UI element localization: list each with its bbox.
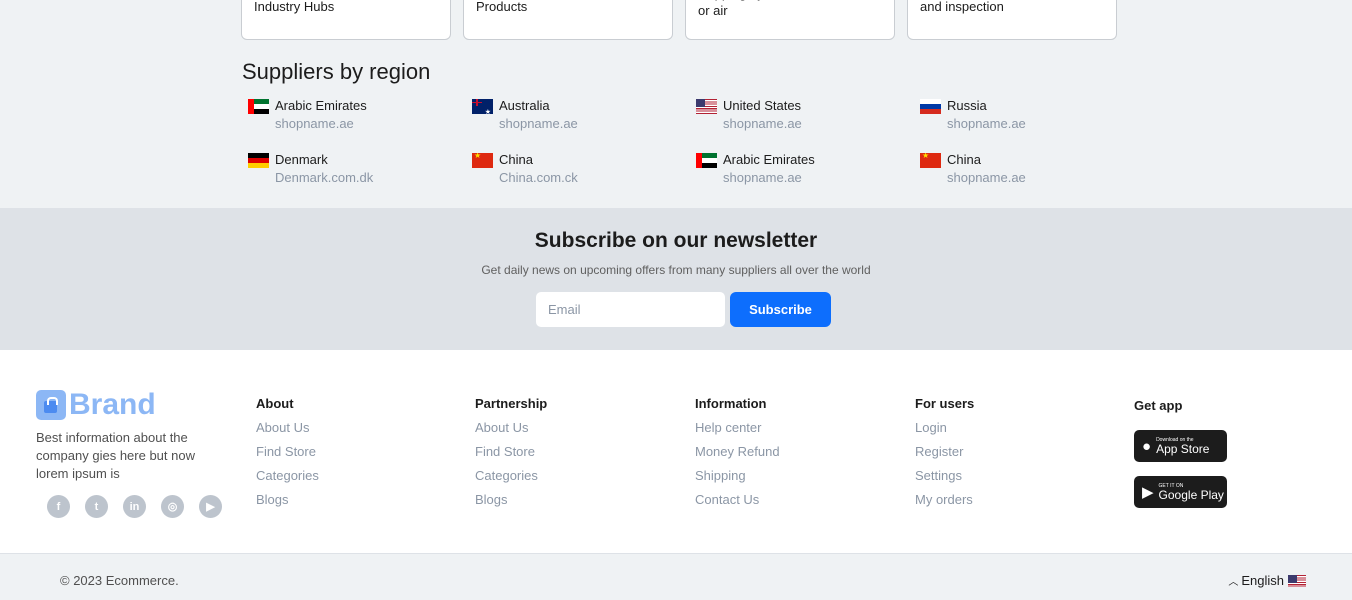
- instagram-icon[interactable]: ◎: [161, 495, 184, 518]
- newsletter-subtitle: Get daily news on upcoming offers from m…: [481, 263, 871, 277]
- footer-link[interactable]: Settings: [915, 468, 974, 483]
- footer-link[interactable]: Help center: [695, 420, 780, 435]
- service-card-label: shipping by ocean or air: [698, 0, 803, 18]
- youtube-icon[interactable]: ▶: [199, 495, 222, 518]
- footer-link[interactable]: Blogs: [475, 492, 547, 507]
- footer-column-information: Information Help center Money Refund Shi…: [695, 396, 780, 516]
- region-item[interactable]: Denmark Denmark.com.dk: [248, 151, 472, 187]
- footer-link[interactable]: Money Refund: [695, 444, 780, 459]
- region-site: shopname.ae: [499, 116, 578, 131]
- uae-flag-icon: [248, 99, 269, 114]
- region-item[interactable]: China China.com.ck: [472, 151, 696, 187]
- us-flag-icon: [1288, 574, 1306, 587]
- language-label: English: [1241, 573, 1284, 588]
- linkedin-icon[interactable]: in: [123, 495, 146, 518]
- newsletter-section: Subscribe on our newsletter Get daily ne…: [0, 208, 1352, 350]
- copyright: © 2023 Ecommerce.: [60, 573, 179, 588]
- region-country: Denmark: [275, 152, 328, 167]
- bottom-bar: © 2023 Ecommerce. ︿ English: [0, 555, 1352, 600]
- twitter-icon[interactable]: t: [85, 495, 108, 518]
- footer-link[interactable]: Categories: [256, 468, 319, 483]
- region-country: China: [947, 152, 981, 167]
- google-play-big: Google Play: [1158, 487, 1224, 502]
- footer: Brand Best information about the company…: [0, 350, 1352, 554]
- china-flag-icon: [920, 153, 941, 168]
- region-site: Denmark.com.dk: [275, 170, 374, 185]
- region-country: Australia: [499, 98, 550, 113]
- region-site: China.com.ck: [499, 170, 578, 185]
- region-country: Arabic Emirates: [723, 152, 815, 167]
- service-card[interactable]: Industry Hubs: [241, 0, 451, 40]
- region-item[interactable]: Australia shopname.ae: [472, 97, 696, 133]
- australia-flag-icon: [472, 99, 493, 114]
- region-item[interactable]: Arabic Emirates shopname.ae: [248, 97, 472, 133]
- footer-column-title: About: [256, 396, 294, 411]
- service-card[interactable]: Products: [463, 0, 673, 40]
- footer-link[interactable]: My orders: [915, 492, 974, 507]
- footer-link[interactable]: About Us: [475, 420, 547, 435]
- brand-logo-link[interactable]: Brand: [36, 390, 156, 420]
- services-cards: Industry Hubs Products shipping by ocean…: [241, 0, 1117, 40]
- get-app-title: Get app: [1134, 398, 1183, 413]
- chevron-up-icon: ︿: [1228, 577, 1239, 588]
- play-icon: ▶: [1142, 484, 1154, 501]
- brand-description: Best information about the company gies …: [36, 430, 195, 481]
- region-site: shopname.ae: [723, 170, 802, 185]
- service-card-label: Industry Hubs: [254, 0, 335, 14]
- brand-name: Brand: [69, 388, 156, 421]
- email-input[interactable]: [535, 291, 726, 328]
- footer-link[interactable]: Register: [915, 444, 974, 459]
- region-site: shopname.ae: [947, 116, 1026, 131]
- region-country: United States: [723, 98, 802, 113]
- shopping-bag-icon: [36, 390, 66, 420]
- service-card-label: and inspection: [920, 0, 1004, 14]
- region-item[interactable]: United States shopname.ae: [696, 97, 920, 133]
- uae-flag-icon: [696, 153, 717, 168]
- footer-column-title: Partnership: [475, 396, 548, 411]
- facebook-icon[interactable]: f: [47, 495, 70, 518]
- app-store-button[interactable]: ● Download on the App Store: [1134, 430, 1227, 462]
- footer-link[interactable]: Login: [915, 420, 974, 435]
- footer-link[interactable]: Blogs: [256, 492, 319, 507]
- footer-link[interactable]: Contact Us: [695, 492, 780, 507]
- footer-link[interactable]: Find Store: [475, 444, 547, 459]
- region-site: shopname.ae: [275, 116, 354, 131]
- footer-link[interactable]: Categories: [475, 468, 547, 483]
- footer-column-about: About About Us Find Store Categories Blo…: [256, 396, 319, 516]
- social-links: f t in ◎ ▶: [47, 495, 222, 518]
- service-card-label: Products: [476, 0, 528, 14]
- subscribe-button[interactable]: Subscribe: [730, 292, 831, 327]
- footer-link[interactable]: Find Store: [256, 444, 319, 459]
- us-flag-icon: [696, 99, 717, 114]
- region-country: Russia: [947, 98, 987, 113]
- region-item[interactable]: Arabic Emirates shopname.ae: [696, 151, 920, 187]
- footer-link[interactable]: Shipping: [695, 468, 780, 483]
- language-selector[interactable]: ︿ English: [1228, 573, 1306, 588]
- service-card[interactable]: and inspection: [907, 0, 1117, 40]
- footer-column-title: For users: [915, 396, 975, 411]
- region-country: China: [499, 152, 533, 167]
- footer-column-title: Information: [695, 396, 767, 411]
- denmark-flag-icon: [248, 153, 269, 168]
- regions-title: Suppliers by region: [242, 59, 431, 84]
- region-country: Arabic Emirates: [275, 98, 367, 113]
- china-flag-icon: [472, 153, 493, 168]
- region-item[interactable]: China shopname.ae: [920, 151, 1144, 187]
- service-card[interactable]: shipping by ocean or air: [685, 0, 895, 40]
- region-site: shopname.ae: [947, 170, 1026, 185]
- app-store-big: App Store: [1156, 441, 1210, 456]
- region-site: shopname.ae: [723, 116, 802, 131]
- russia-flag-icon: [920, 99, 941, 114]
- google-play-button[interactable]: ▶ GET IT ON Google Play: [1134, 476, 1227, 508]
- footer-column-partnership: Partnership About Us Find Store Categori…: [475, 396, 547, 516]
- regions-grid: Arabic Emirates shopname.ae Australia shop…: [248, 97, 1148, 187]
- newsletter-title: Subscribe on our newsletter: [534, 229, 818, 252]
- region-item[interactable]: Russia shopname.ae: [920, 97, 1144, 133]
- apple-icon: ●: [1142, 437, 1152, 455]
- footer-link[interactable]: About Us: [256, 420, 319, 435]
- footer-column-for-users: For users Login Register Settings My ord…: [915, 396, 974, 516]
